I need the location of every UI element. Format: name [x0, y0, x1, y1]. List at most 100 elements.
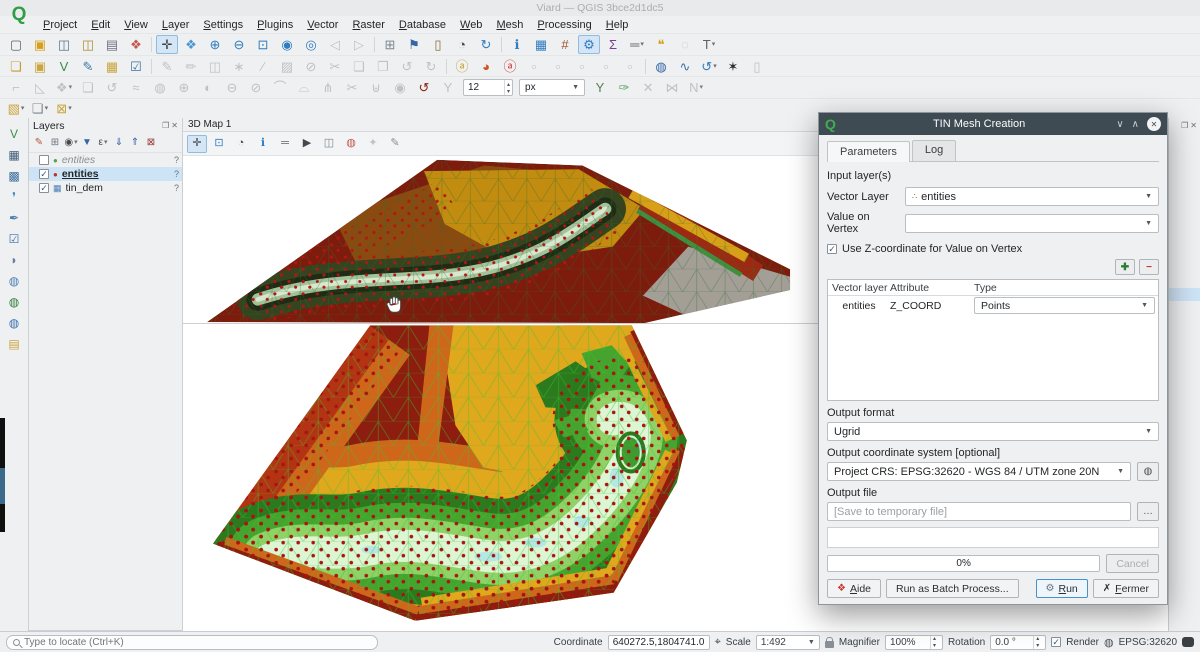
spin-arrows-icon[interactable]: ▴▾ [504, 80, 512, 95]
mouse-position-icon[interactable]: ⌖ [715, 636, 721, 649]
rotation-spinbox[interactable]: 0.0 ° ▴▾ [990, 635, 1046, 650]
dialog-close-icon[interactable]: ✕ [1147, 117, 1161, 131]
value-on-vertex-combo[interactable]: ▼ [905, 214, 1159, 233]
add-part-icon[interactable]: ⊕ [173, 78, 195, 97]
layer-name[interactable]: entities [62, 168, 99, 180]
network-tool-icon[interactable]: N▾ [685, 78, 707, 97]
vertex-marker-icon[interactable]: ◉ [389, 78, 411, 97]
metasearch-icon[interactable]: ◍ [650, 57, 672, 76]
layer-name[interactable]: entities [62, 154, 95, 166]
menu-item[interactable]: Database [392, 18, 453, 32]
crs-globe-icon[interactable]: ◍ [1104, 636, 1114, 649]
label-change-icon[interactable]: ▫ [619, 57, 641, 76]
output-crs-combo[interactable]: Project CRS: EPSG:32620 - WGS 84 / UTM z… [827, 462, 1131, 481]
split-features-icon[interactable]: ✂ [341, 78, 363, 97]
cancel-button[interactable]: Cancel [1106, 554, 1159, 573]
pan-map-icon[interactable]: ✛ [156, 35, 178, 54]
scale-combo[interactable]: 1:492 ▼ [756, 635, 820, 650]
remove-layer-icon[interactable]: ⊠ [143, 135, 159, 151]
browse-file-button[interactable]: … [1137, 502, 1159, 521]
coordinate-box[interactable] [608, 635, 710, 650]
symbol-size-spinbox[interactable]: ▴▾ [463, 79, 513, 96]
lock-scale-icon[interactable] [825, 641, 834, 648]
coordinate-input[interactable] [613, 637, 705, 648]
layer-checkbox[interactable]: ✓ [39, 169, 49, 179]
refresh-map-icon[interactable]: ↻ [475, 35, 497, 54]
tab-parameters[interactable]: Parameters [827, 141, 910, 162]
save-project-icon[interactable]: ◫ [53, 35, 75, 54]
layer-indicator-badge[interactable]: ? [174, 155, 179, 165]
show-bookmarks-icon[interactable]: ▯ [427, 35, 449, 54]
crs-label[interactable]: EPSG:32620 [1119, 637, 1177, 648]
menu-item[interactable]: Mesh [489, 18, 530, 32]
dialog-shade-icon[interactable]: ∨ [1116, 119, 1123, 130]
use-z-checkbox[interactable]: ✓ [827, 244, 837, 254]
spin-arrows-icon[interactable]: ▴▾ [1033, 636, 1041, 649]
zoom-out-icon[interactable]: ⊖ [228, 35, 250, 54]
vertex-tool-icon[interactable]: ⁄ [252, 57, 274, 76]
layer-name[interactable]: tin_dem [66, 182, 103, 194]
layer-checkbox[interactable] [39, 155, 49, 165]
redo-icon[interactable]: ↻ [420, 57, 442, 76]
messages-icon[interactable] [1182, 637, 1194, 647]
attribute-table-icon[interactable]: ▦ [530, 35, 552, 54]
output-format-combo[interactable]: Ugrid ▼ [827, 422, 1159, 441]
add-group-icon[interactable]: ⊞ [47, 135, 63, 151]
close-panel-icon[interactable]: ✕ [1190, 121, 1197, 130]
copy-layer-style-icon[interactable]: ❏▾ [29, 99, 51, 118]
pan-to-selection-icon[interactable]: ❖ [180, 35, 202, 54]
save-edits-icon[interactable]: ◫ [204, 57, 226, 76]
dialog-unshade-icon[interactable]: ∧ [1132, 119, 1139, 130]
help-button[interactable]: ❖ Aide [827, 579, 881, 598]
move-feature-icon[interactable]: ❖▾ [53, 78, 75, 97]
menu-item[interactable]: View [117, 18, 155, 32]
unit-combo[interactable]: px ▼ [519, 79, 585, 96]
label-highlight-icon[interactable]: ▫ [547, 57, 569, 76]
type-combo[interactable]: Points ▼ [974, 297, 1155, 314]
add-row-button[interactable]: ✚ [1115, 259, 1135, 275]
offset-curve-icon[interactable]: ⌒ [269, 78, 291, 97]
close-button[interactable]: ✗ Fermer [1093, 579, 1159, 598]
add-ring-icon[interactable]: ◍ [149, 78, 171, 97]
locate-input[interactable] [24, 637, 371, 648]
filter-expression-icon[interactable]: ε▾ [95, 135, 111, 151]
zoom-in-icon[interactable]: ⊕ [204, 35, 226, 54]
close-panel-icon[interactable]: ✕ [171, 121, 178, 130]
menu-item[interactable]: Help [599, 18, 636, 32]
merge-features-icon[interactable]: ⊎ [365, 78, 387, 97]
layer-indicator-badge[interactable]: ? [174, 169, 179, 179]
processing-toolbox-icon[interactable]: ⚙ [578, 35, 600, 54]
collapse-all-icon[interactable]: ⇑ [127, 135, 143, 151]
advanced-digitizing-icon[interactable]: ⌐ [5, 78, 27, 97]
copy-features-icon[interactable]: ❏ [348, 57, 370, 76]
layer-styling-icon[interactable]: ✎ [31, 135, 47, 151]
delete-selected-icon[interactable]: ⊘ [300, 57, 322, 76]
add-vector-tile-icon[interactable]: ☑ [3, 229, 25, 248]
modify-attributes-icon[interactable]: ▨ [276, 57, 298, 76]
sum-statistics-icon[interactable]: Σ [602, 35, 624, 54]
layer-diagram-icon[interactable]: ◕ [475, 57, 497, 76]
undo-icon[interactable]: ↺ [396, 57, 418, 76]
add-arcgis-layer-icon[interactable]: ▤ [3, 334, 25, 353]
locate-bar[interactable] [6, 635, 378, 650]
add-postgis-layer-icon[interactable]: ◗ [3, 250, 25, 269]
select-crs-button[interactable]: ◍ [1137, 462, 1159, 481]
menu-item[interactable]: Edit [84, 18, 117, 32]
float-panel-icon[interactable]: ❐ [162, 121, 169, 130]
add-feature-icon[interactable]: ∗ [228, 57, 250, 76]
add-vector-layer-icon[interactable]: V [3, 124, 25, 143]
zoom-last-icon[interactable]: ◁ [324, 35, 346, 54]
globe-3d-icon[interactable]: ◍ [341, 135, 361, 153]
toggle-editing-icon[interactable]: ✏ [180, 57, 202, 76]
spin-arrows-icon[interactable]: ▴▾ [930, 636, 938, 649]
plugin-debug-icon[interactable]: ✶ [722, 57, 744, 76]
dialog-titlebar[interactable]: Q TIN Mesh Creation ∨∧✕ [819, 113, 1167, 135]
run-button[interactable]: ⚙ Run [1036, 579, 1088, 598]
zoom-to-selection-icon[interactable]: ◉ [276, 35, 298, 54]
animation-icon[interactable]: ◔ [231, 135, 251, 153]
split-parts-icon[interactable]: ⋔ [317, 78, 339, 97]
clear-tool-icon[interactable]: ✕ [637, 78, 659, 97]
export-3d-icon[interactable]: ◫ [319, 135, 339, 153]
add-gpx-layer-icon[interactable]: ✒ [3, 208, 25, 227]
statistical-summary-icon[interactable]: # [554, 35, 576, 54]
